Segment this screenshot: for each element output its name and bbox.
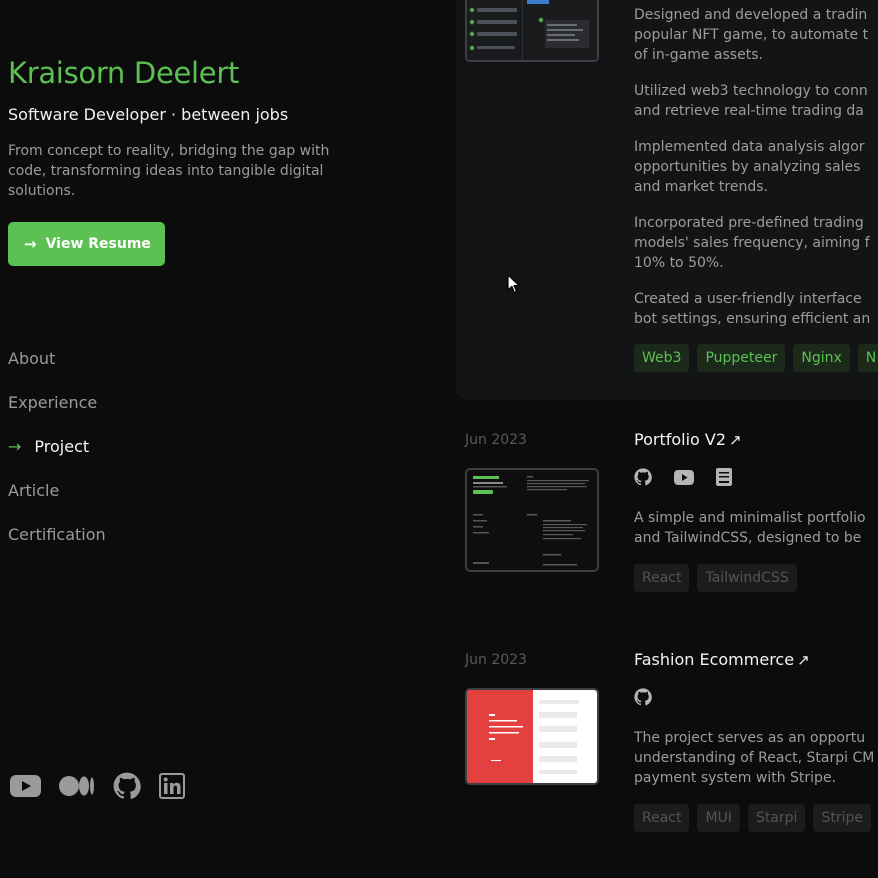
description-line: understanding of React, Starpi CM (634, 750, 875, 766)
linkedin-icon[interactable] (159, 773, 185, 799)
github-icon[interactable] (634, 468, 652, 486)
nav-item-about[interactable]: About (8, 336, 106, 380)
project-title: Fashion Ecommerce (634, 650, 795, 669)
description-line: and market trends. (634, 179, 768, 195)
nav-label: About (8, 348, 56, 368)
project-thumbnail[interactable] (465, 0, 599, 62)
tech-tags: Web3 Puppeteer Nginx N (634, 344, 878, 372)
section-nav: About Experience → Project Article Certi… (8, 336, 106, 556)
tech-tag: MUI (697, 804, 740, 832)
nav-item-certification[interactable]: Certification (8, 512, 106, 556)
view-resume-button[interactable]: → View Resume (8, 222, 165, 266)
description-line: The project serves as an opportu (634, 730, 866, 746)
tech-tag: Puppeteer (697, 344, 786, 372)
youtube-icon[interactable] (10, 775, 41, 797)
tech-tag: React (634, 564, 690, 592)
external-link-icon: ↗ (797, 651, 810, 669)
nav-label: Experience (8, 392, 98, 412)
arrow-right-icon: → (24, 235, 37, 253)
tech-tag: Web3 (634, 344, 690, 372)
tech-tag: React (634, 804, 690, 832)
arrow-right-icon: → (8, 436, 22, 456)
project-date: Jun 2023 (465, 432, 527, 448)
medium-icon[interactable] (59, 775, 95, 797)
description-line: Designed and developed a tradin (634, 7, 868, 23)
project-date: Jun 2023 (465, 652, 527, 668)
description-line: of in-game assets. (634, 47, 763, 63)
nav-item-experience[interactable]: Experience (8, 380, 106, 424)
book-icon[interactable] (716, 468, 732, 486)
description-line: Implemented data analysis algor (634, 139, 865, 155)
description-line: Utilized web3 technology to conn (634, 83, 868, 99)
description-line: payment system with Stripe. (634, 770, 837, 786)
project-title: Portfolio V2 (634, 430, 727, 449)
tech-tags: React TailwindCSS (634, 564, 797, 592)
nav-item-project[interactable]: → Project (8, 424, 106, 468)
social-links (10, 772, 185, 800)
github-icon[interactable] (634, 688, 652, 706)
external-link-icon: ↗ (729, 431, 742, 449)
description-line: popular NFT game, to automate t (634, 27, 869, 43)
tech-tag: Stripe (813, 804, 871, 832)
tech-tag: Starpi (747, 804, 806, 832)
github-icon[interactable] (113, 772, 141, 800)
profile-name: Kraisorn Deelert (8, 56, 240, 90)
profile-role: Software Developer · between jobs (8, 105, 289, 124)
project-description: A simple and minimalist portfolio and Ta… (634, 508, 878, 548)
tech-tags: React MUI Starpi Stripe (634, 804, 871, 832)
mouse-cursor-icon (507, 274, 521, 298)
description-line: Created a user-friendly interface (634, 291, 862, 307)
nav-label: Certification (8, 524, 106, 544)
tech-tag: N (857, 344, 878, 372)
project-thumbnail[interactable] (465, 688, 599, 785)
project-links (634, 468, 732, 486)
description-line: bot settings, ensuring efficient an (634, 311, 871, 327)
project-description: Designed and developed a tradin popular … (634, 5, 878, 329)
description-line: Incorporated pre-defined trading (634, 215, 864, 231)
profile-tagline: From concept to reality, bridging the ga… (8, 143, 330, 199)
description-line: A simple and minimalist portfolio (634, 510, 866, 526)
project-links (634, 688, 652, 706)
description-line: models' sales frequency, aiming f (634, 235, 870, 251)
project-description: The project serves as an opportu underst… (634, 728, 878, 788)
youtube-icon[interactable] (674, 469, 694, 485)
nav-label: Project (34, 436, 90, 456)
nav-label: Article (8, 480, 60, 500)
project-title-link[interactable]: Fashion Ecommerce ↗ (634, 650, 810, 669)
description-line: and TailwindCSS, designed to be (634, 530, 862, 546)
tech-tag: Nginx (793, 344, 850, 372)
portfolio-page: Kraisorn Deelert Software Developer · be… (0, 0, 878, 878)
description-line: 10% to 50%. (634, 255, 724, 271)
project-thumbnail[interactable] (465, 468, 599, 572)
nav-item-article[interactable]: Article (8, 468, 106, 512)
project-title-link[interactable]: Portfolio V2 ↗ (634, 430, 742, 449)
tech-tag: TailwindCSS (697, 564, 797, 592)
view-resume-label: View Resume (45, 236, 151, 252)
description-line: opportunities by analyzing sales (634, 159, 861, 175)
description-line: and retrieve real-time trading da (634, 103, 864, 119)
